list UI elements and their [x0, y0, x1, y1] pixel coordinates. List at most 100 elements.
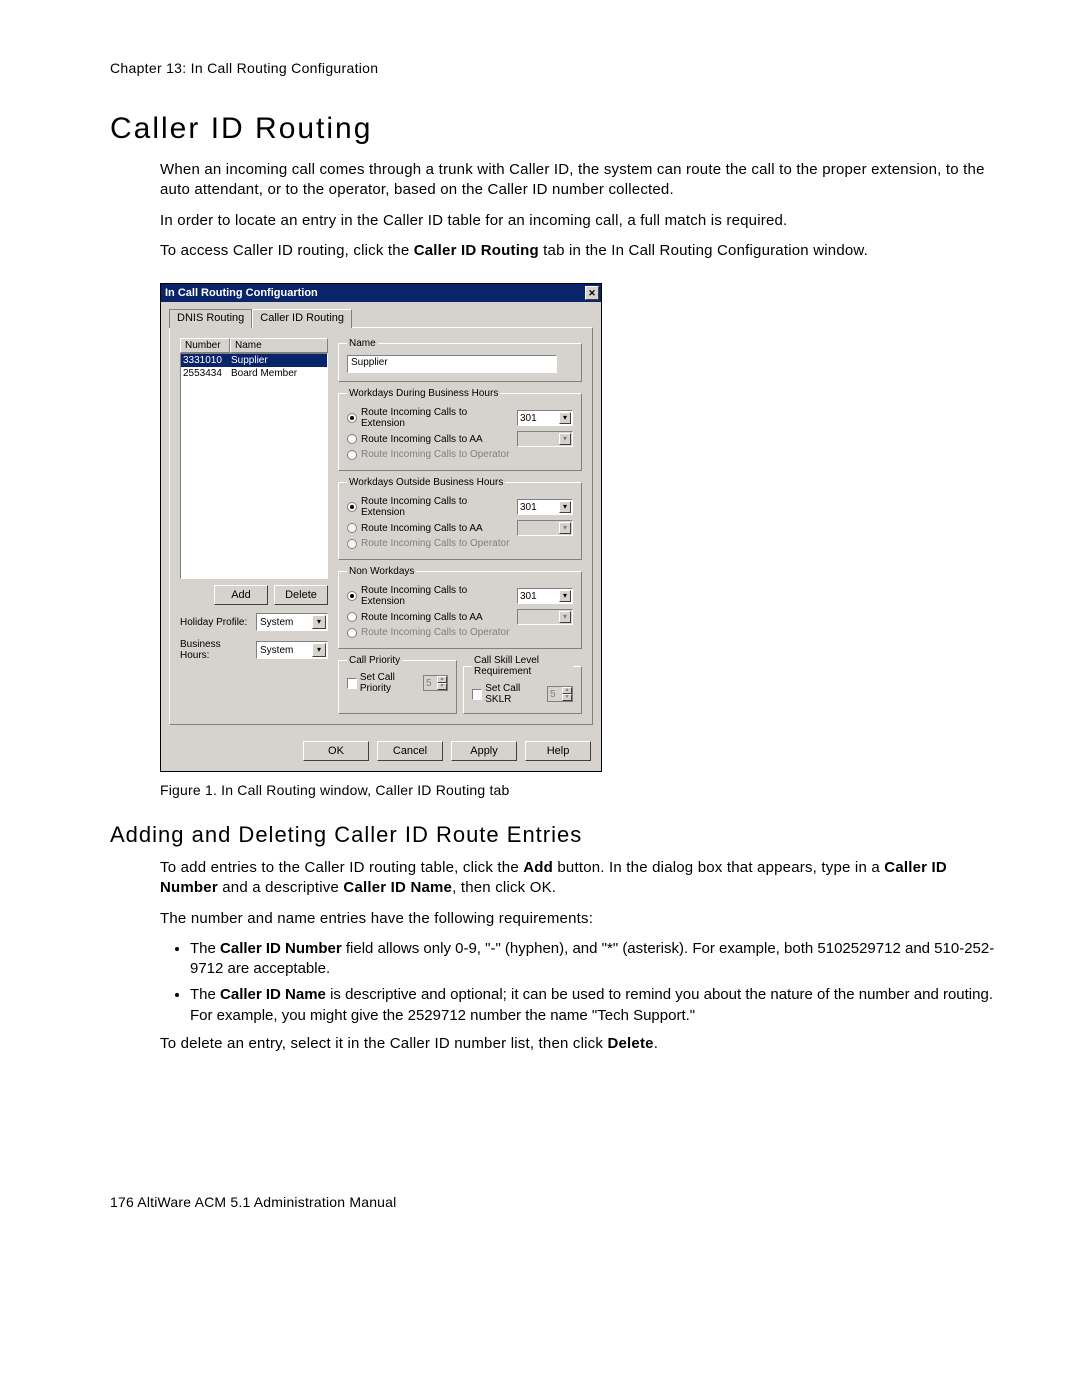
radio-ext[interactable] [347, 413, 357, 423]
opt-operator-label: Route Incoming Calls to Operator [361, 449, 573, 460]
workdays-outside-legend: Workdays Outside Business Hours [347, 477, 505, 488]
call-priority-legend: Call Priority [347, 655, 402, 666]
extension-select[interactable]: 301 ▾ [517, 499, 573, 515]
radio-operator[interactable] [347, 628, 357, 638]
intro-para-3-bold: Caller ID Routing [414, 242, 539, 259]
business-hours-select[interactable]: System ▾ [256, 641, 328, 659]
radio-operator[interactable] [347, 450, 357, 460]
radio-aa[interactable] [347, 434, 357, 444]
non-workdays-group: Non Workdays Route Incoming Calls to Ext… [338, 566, 582, 649]
extension-value: 301 [520, 502, 537, 513]
call-priority-group: Call Priority Set Call Priority 5 ▴▾ [338, 655, 457, 714]
call-sklr-spinner[interactable]: 5 ▴▾ [547, 686, 573, 702]
sklr-value: 5 [550, 689, 556, 700]
tab-strip: DNIS Routing Caller ID Routing [169, 308, 593, 327]
delete-button[interactable]: Delete [274, 585, 328, 605]
chevron-down-icon: ▾ [559, 590, 571, 602]
row-number: 2553434 [183, 367, 231, 380]
cancel-button[interactable]: Cancel [377, 741, 443, 761]
workdays-outside-group: Workdays Outside Business Hours Route In… [338, 477, 582, 560]
name-group: Name Supplier [338, 338, 582, 382]
chevron-down-icon: ▾ [559, 501, 571, 513]
col-number[interactable]: Number [180, 338, 230, 353]
set-call-sklr-label: Set Call SKLR [485, 683, 544, 705]
caller-id-list[interactable]: 3331010 Supplier 2553434 Board Member [180, 353, 328, 579]
opt-extension-label: Route Incoming Calls to Extension [361, 496, 513, 518]
dialog-titlebar: In Call Routing Configuartion ✕ [161, 284, 601, 302]
chevron-down-icon: ▾ [559, 611, 571, 623]
row-name: Board Member [231, 367, 325, 380]
chevron-down-icon: ▾ [312, 615, 326, 629]
chevron-down-icon: ▾ [559, 433, 571, 445]
row-number: 3331010 [183, 354, 231, 367]
business-hours-value: System [260, 645, 293, 656]
dialog-title: In Call Routing Configuartion [165, 287, 585, 299]
radio-ext[interactable] [347, 502, 357, 512]
page-footer: 176 AltiWare ACM 5.1 Administration Manu… [110, 1194, 1002, 1210]
holiday-profile-value: System [260, 617, 293, 628]
intro-para-2: In order to locate an entry in the Calle… [160, 211, 1002, 231]
intro-para-3-pre: To access Caller ID routing, click the [160, 242, 414, 259]
name-legend: Name [347, 338, 378, 349]
col-name[interactable]: Name [230, 338, 328, 353]
chapter-header: Chapter 13: In Call Routing Configuratio… [110, 60, 1002, 76]
opt-extension-label: Route Incoming Calls to Extension [361, 407, 513, 429]
in-call-routing-dialog: In Call Routing Configuartion ✕ DNIS Rou… [160, 283, 602, 772]
row-name: Supplier [231, 354, 325, 367]
call-sklr-legend: Call Skill Level Requirement [472, 655, 573, 677]
list-item[interactable]: 3331010 Supplier [181, 354, 327, 367]
set-call-priority-label: Set Call Priority [360, 672, 420, 694]
workdays-during-legend: Workdays During Business Hours [347, 388, 500, 399]
sub-para-2: The number and name entries have the fol… [160, 909, 1002, 929]
priority-value: 5 [426, 678, 432, 689]
radio-operator[interactable] [347, 539, 357, 549]
section-title: Caller ID Routing [110, 112, 1002, 146]
extension-value: 301 [520, 413, 537, 424]
opt-operator-label: Route Incoming Calls to Operator [361, 538, 573, 549]
intro-para-3: To access Caller ID routing, click the C… [160, 241, 1002, 261]
call-sklr-group: Call Skill Level Requirement Set Call SK… [463, 655, 582, 714]
sub-para-3: To delete an entry, select it in the Cal… [160, 1034, 1002, 1054]
list-item[interactable]: 2553434 Board Member [181, 367, 327, 380]
chevron-down-icon: ▾ [559, 522, 571, 534]
opt-aa-label: Route Incoming Calls to AA [361, 612, 513, 623]
close-icon[interactable]: ✕ [585, 286, 599, 300]
call-priority-spinner[interactable]: 5 ▴▾ [423, 675, 448, 691]
aa-select: ▾ [517, 609, 573, 625]
set-call-sklr-checkbox[interactable] [472, 689, 482, 700]
opt-aa-label: Route Incoming Calls to AA [361, 523, 513, 534]
aa-select: ▾ [517, 520, 573, 536]
intro-para-1: When an incoming call comes through a tr… [160, 160, 1002, 201]
chevron-down-icon: ▾ [312, 643, 326, 657]
tab-dnis-routing[interactable]: DNIS Routing [169, 309, 252, 328]
radio-aa[interactable] [347, 523, 357, 533]
figure-caption: Figure 1. In Call Routing window, Caller… [160, 782, 1002, 798]
workdays-during-group: Workdays During Business Hours Route Inc… [338, 388, 582, 471]
holiday-profile-select[interactable]: System ▾ [256, 613, 328, 631]
list-header: Number Name [180, 338, 328, 353]
radio-aa[interactable] [347, 612, 357, 622]
extension-value: 301 [520, 591, 537, 602]
name-input[interactable]: Supplier [347, 355, 557, 373]
add-button[interactable]: Add [214, 585, 268, 605]
extension-select[interactable]: 301 ▾ [517, 588, 573, 604]
chevron-down-icon: ▾ [559, 412, 571, 424]
ok-button[interactable]: OK [303, 741, 369, 761]
holiday-profile-label: Holiday Profile: [180, 617, 252, 628]
requirements-list: The Caller ID Number field allows only 0… [160, 939, 1002, 1026]
intro-para-3-post: tab in the In Call Routing Configuration… [539, 242, 868, 259]
opt-aa-label: Route Incoming Calls to AA [361, 434, 513, 445]
business-hours-label: Business Hours: [180, 639, 252, 661]
apply-button[interactable]: Apply [451, 741, 517, 761]
aa-select: ▾ [517, 431, 573, 447]
help-button[interactable]: Help [525, 741, 591, 761]
tab-caller-id-routing[interactable]: Caller ID Routing [252, 309, 352, 328]
extension-select[interactable]: 301 ▾ [517, 410, 573, 426]
list-item: The Caller ID Number field allows only 0… [190, 939, 1002, 980]
set-call-priority-checkbox[interactable] [347, 678, 357, 689]
radio-ext[interactable] [347, 591, 357, 601]
list-item: The Caller ID Name is descriptive and op… [190, 985, 1002, 1026]
opt-operator-label: Route Incoming Calls to Operator [361, 627, 573, 638]
non-workdays-legend: Non Workdays [347, 566, 416, 577]
subsection-title: Adding and Deleting Caller ID Route Entr… [110, 822, 1002, 848]
